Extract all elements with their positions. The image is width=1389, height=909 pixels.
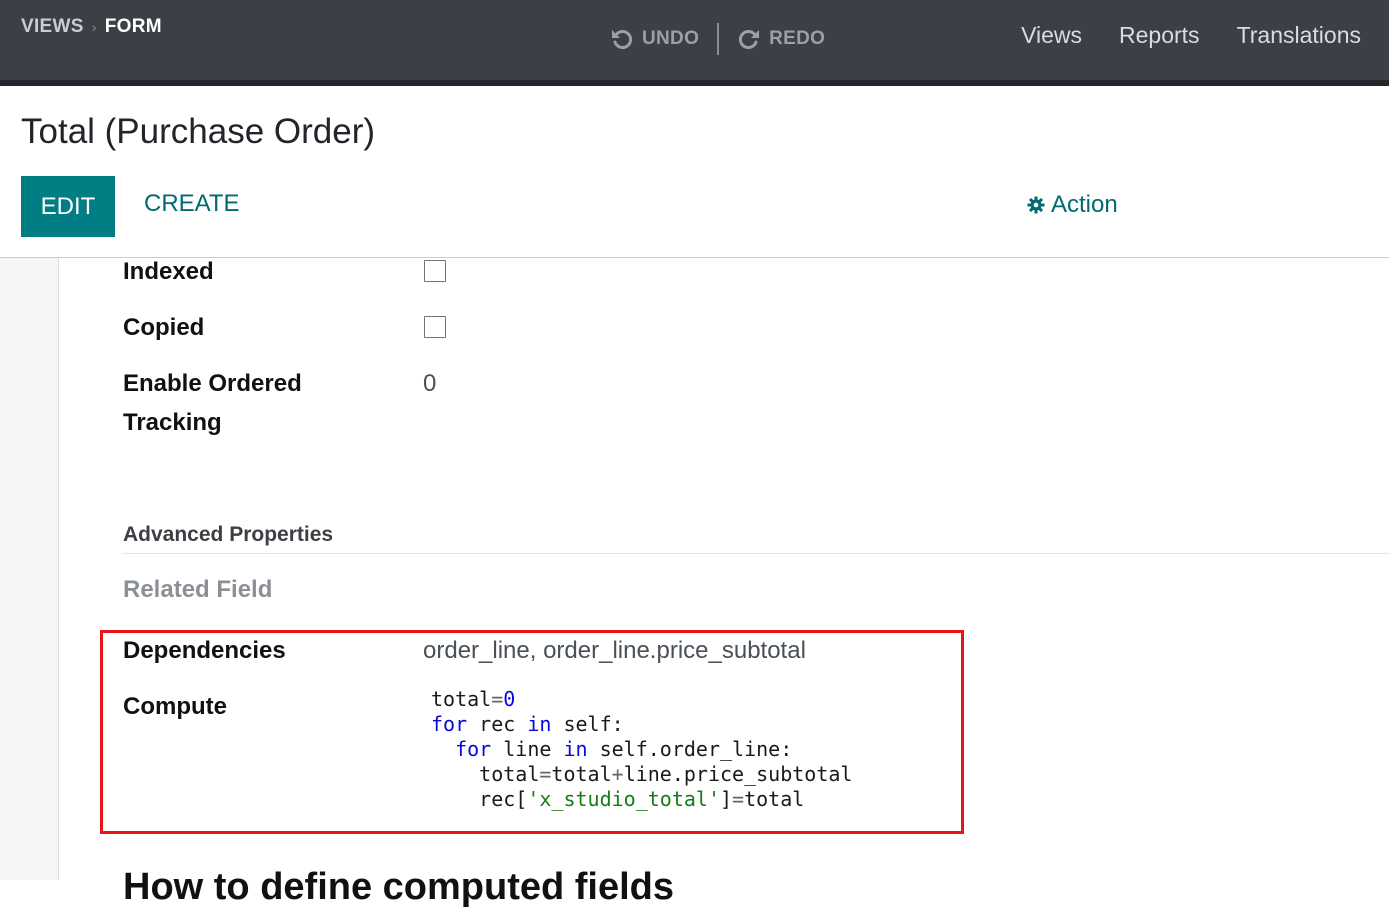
enable-ordered-tracking-label: Enable Ordered Tracking <box>123 364 302 442</box>
undo-icon <box>612 30 633 49</box>
redo-button[interactable]: REDO <box>737 27 825 51</box>
gear-icon <box>1027 196 1045 214</box>
indexed-checkbox[interactable] <box>424 260 446 282</box>
undo-redo-group: UNDO REDO <box>610 23 825 55</box>
related-field-label: Related Field <box>123 576 273 603</box>
studio-nav: Views Reports Translations <box>984 22 1361 49</box>
action-label: Action <box>1051 191 1118 218</box>
redo-icon <box>739 30 760 49</box>
nav-views[interactable]: Views <box>1021 22 1082 49</box>
enable-ordered-tracking-value[interactable]: 0 <box>423 370 436 398</box>
enable-ordered-tracking-label-line2: Tracking <box>123 409 222 436</box>
advanced-properties-title: Advanced Properties <box>123 523 334 546</box>
undo-label: UNDO <box>642 28 700 49</box>
indexed-label: Indexed <box>123 258 214 285</box>
undo-button[interactable]: UNDO <box>610 27 699 51</box>
breadcrumb-separator: › <box>91 19 97 35</box>
page-title: Total (Purchase Order) <box>21 112 376 151</box>
breadcrumb: VIEWS › FORM <box>21 16 162 38</box>
highlight-box <box>100 630 964 834</box>
advanced-properties-separator <box>123 553 1389 554</box>
studio-top-bar: VIEWS › FORM UNDO REDO Views Reports Trans… <box>0 0 1389 86</box>
breadcrumb-form: FORM <box>104 16 162 37</box>
action-menu-button[interactable]: Action <box>1027 191 1118 219</box>
edit-button[interactable]: EDIT <box>21 176 115 237</box>
redo-label: REDO <box>769 28 826 49</box>
breadcrumb-views[interactable]: VIEWS <box>21 16 84 37</box>
section-heading: How to define computed fields <box>123 866 675 908</box>
enable-ordered-tracking-label-line1: Enable Ordered <box>123 370 302 397</box>
nav-reports[interactable]: Reports <box>1119 22 1200 49</box>
copied-checkbox[interactable] <box>424 316 446 338</box>
sheet-left-border <box>58 258 59 880</box>
create-button[interactable]: CREATE <box>144 190 240 218</box>
undo-redo-divider <box>717 23 720 55</box>
copied-label: Copied <box>123 314 205 341</box>
nav-translations[interactable]: Translations <box>1237 22 1361 49</box>
sheet-left-gutter <box>0 258 58 880</box>
